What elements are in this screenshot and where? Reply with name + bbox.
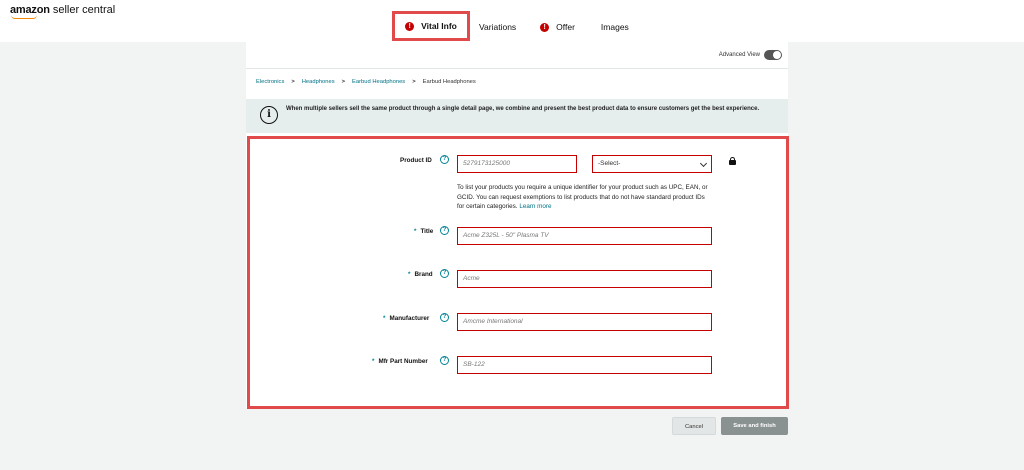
chevron-down-icon — [699, 159, 708, 168]
tab-label: Offer — [556, 22, 575, 32]
info-icon: i — [260, 106, 278, 124]
product-id-hint: To list your products you require a uniq… — [457, 183, 713, 212]
mfr-part-number-input[interactable]: SB-122 — [457, 356, 712, 374]
product-id-label: Product ID — [400, 157, 432, 164]
breadcrumb-current: Earbud Headphones — [422, 79, 476, 85]
save-and-finish-button[interactable]: Save and finish — [721, 417, 788, 435]
alert-icon: ! — [540, 22, 550, 32]
help-icon[interactable]: ? — [440, 313, 449, 322]
select-value: -Select- — [598, 160, 621, 167]
logo-smile-icon — [11, 15, 37, 19]
tab-vital-info[interactable]: ! Vital Info — [392, 11, 470, 41]
hint-text: To list your products you require a uniq… — [457, 184, 708, 210]
product-id-input[interactable]: 5279173125000 — [457, 155, 577, 173]
help-icon[interactable]: ? — [440, 155, 449, 164]
tab-bar: ! Vital Info Variations ! Offer Images — [392, 11, 629, 42]
manufacturer-label-text: Manufacturer — [389, 315, 430, 322]
breadcrumb-separator: > — [341, 79, 346, 85]
title-label: * Title — [414, 228, 433, 235]
brand-label: * Brand — [408, 271, 433, 278]
required-mark: * — [408, 271, 411, 278]
brand-label-text: Brand — [414, 271, 433, 278]
breadcrumb-electronics[interactable]: Electronics — [256, 79, 284, 85]
product-id-type-select[interactable]: -Select- — [592, 155, 712, 173]
top-bar: amazon seller central ! Vital Info Varia… — [0, 0, 1024, 42]
tab-label: Variations — [479, 22, 517, 32]
manufacturer-label: * Manufacturer — [383, 315, 429, 322]
required-mark: * — [414, 228, 417, 235]
info-banner: i When multiple sellers sell the same pr… — [246, 99, 788, 133]
mfr-part-number-label: * Mfr Part Number — [372, 358, 428, 365]
toggle-knob — [773, 51, 781, 59]
required-mark: * — [383, 315, 386, 322]
breadcrumb: Electronics > Headphones > Earbud Headphones… — [256, 79, 476, 85]
logo-seller-central-text: seller central — [49, 4, 116, 16]
breadcrumb-separator: > — [412, 79, 416, 85]
breadcrumb-separator: > — [291, 79, 295, 85]
breadcrumb-headphones[interactable]: Headphones — [302, 79, 335, 85]
divider — [246, 68, 788, 69]
help-icon[interactable]: ? — [440, 269, 449, 278]
breadcrumb-earbud-headphones[interactable]: Earbud Headphones — [352, 79, 405, 85]
advanced-view-toggle[interactable] — [764, 50, 782, 60]
tab-label: Vital Info — [421, 21, 457, 31]
title-label-text: Title — [420, 228, 434, 235]
help-icon[interactable]: ? — [440, 226, 449, 235]
brand-input[interactable]: Acme — [457, 270, 712, 288]
advanced-view-label: Advanced View — [718, 52, 760, 58]
help-icon[interactable]: ? — [440, 356, 449, 365]
mfr-part-number-label-text: Mfr Part Number — [378, 358, 428, 365]
learn-more-link[interactable]: Learn more — [519, 203, 551, 210]
alert-icon: ! — [405, 21, 415, 31]
info-text: When multiple sellers sell the same prod… — [286, 106, 760, 112]
cancel-button[interactable]: Cancel — [672, 417, 716, 435]
tab-offer[interactable]: ! Offer — [540, 13, 575, 41]
tab-label: Images — [600, 22, 629, 32]
advanced-view-row: Advanced View — [246, 42, 788, 68]
tab-variations[interactable]: Variations — [479, 13, 516, 41]
manufacturer-input[interactable]: Amcme International — [457, 313, 712, 331]
title-input[interactable]: Acme Z325L - 50" Plasma TV — [457, 227, 712, 245]
required-mark: * — [372, 358, 375, 365]
tab-images[interactable]: Images — [601, 13, 629, 41]
lock-icon — [729, 157, 736, 165]
